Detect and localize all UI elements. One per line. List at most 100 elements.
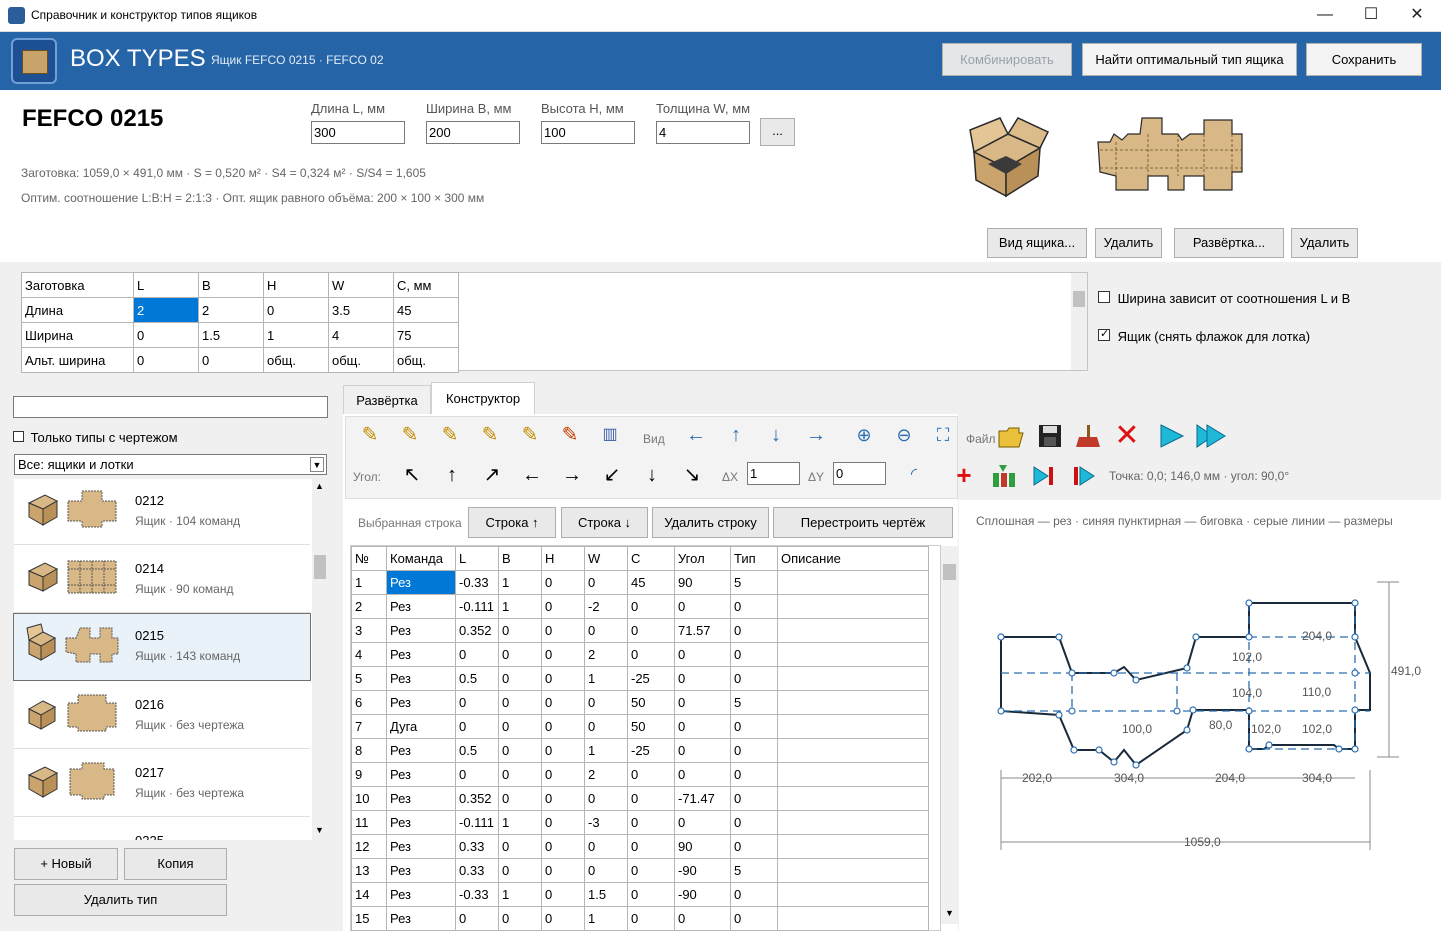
cmd-cell[interactable] [777, 786, 929, 811]
cmd-cell[interactable]: -90 [674, 882, 731, 907]
cmd-cell[interactable]: -0.111 [455, 594, 499, 619]
cmd-cell[interactable] [777, 738, 929, 763]
cmd-cell[interactable]: 0 [584, 618, 628, 643]
cmd-cell[interactable]: 0 [541, 906, 585, 931]
pencil-crease-icon[interactable]: ✎ [396, 423, 424, 451]
cmd-cell[interactable] [777, 666, 929, 691]
cmd-cell[interactable]: 0 [498, 762, 542, 787]
cmd-cell[interactable]: 0 [674, 690, 731, 715]
grid-cell[interactable]: 75 [393, 322, 459, 348]
is-box-option[interactable]: ✓ Ящик (снять флажок для лотка) [1098, 328, 1310, 344]
delete-unfold-button[interactable]: Удалить [1291, 228, 1358, 258]
grid-cell[interactable]: 0 [133, 347, 199, 373]
cmd-cell[interactable]: 0 [674, 666, 731, 691]
cmd-cell[interactable] [777, 690, 929, 715]
fast-forward-icon[interactable] [1195, 423, 1226, 451]
cmd-cell[interactable]: 0 [498, 690, 542, 715]
cmd-cell[interactable]: 0 [541, 762, 585, 787]
is-box-checkbox[interactable]: ✓ [1098, 328, 1110, 341]
cmd-cell[interactable] [777, 570, 929, 595]
tab-unfold[interactable]: Развёртка [343, 385, 431, 414]
cmd-cell[interactable]: 1 [584, 666, 628, 691]
cmd-cell[interactable]: 1 [498, 882, 542, 907]
cmd-row[interactable]: 9 Рез 0 0 0 2 0 0 0 [351, 762, 929, 787]
more-button[interactable]: ... [760, 118, 795, 146]
cmd-cell[interactable]: 0 [627, 618, 675, 643]
cmd-row[interactable]: 1 Рез -0.33 1 0 0 45 90 5 [351, 570, 929, 595]
width-depends-option[interactable]: Ширина зависит от соотношения L и B [1098, 291, 1350, 306]
cmd-cell[interactable]: 0 [541, 570, 585, 595]
columns-icon[interactable]: ▥ [596, 423, 624, 451]
list-item[interactable]: 0214 Ящик · 90 команд [14, 547, 310, 613]
arrow-down-right-icon[interactable]: ↘ [678, 463, 706, 491]
cmd-cell[interactable]: Рез [386, 762, 456, 787]
cmd-cell[interactable]: 0.33 [455, 858, 499, 883]
cmd-row[interactable]: 8 Рез 0.5 0 0 1 -25 0 0 [351, 738, 929, 763]
grid-cell[interactable]: 0 [263, 297, 329, 323]
arrow-up-right-icon[interactable]: ↗ [478, 463, 506, 491]
cmd-cell[interactable]: Рез [386, 810, 456, 835]
cmd-cell[interactable]: 0 [498, 786, 542, 811]
cmd-cell[interactable]: 0 [730, 738, 778, 763]
arrow-down-left-icon[interactable]: ↙ [598, 463, 626, 491]
cmd-cell[interactable]: 0 [584, 834, 628, 859]
delete-red-x-icon[interactable]: ✕ [1113, 421, 1141, 451]
cmd-row[interactable]: 3 Рез 0.352 0 0 0 0 71.57 0 [351, 618, 929, 643]
type-filter-select[interactable]: Все: ящики и лотки ▼ [14, 454, 327, 475]
cmd-cell[interactable]: 1 [498, 810, 542, 835]
add-row-icon[interactable]: + [950, 462, 978, 491]
grid-cell[interactable]: общ. [328, 347, 394, 373]
cmd-cell[interactable]: Рез [386, 834, 456, 859]
cmd-cell[interactable]: 0 [498, 834, 542, 859]
zoom-out-icon[interactable]: ⊖ [890, 423, 918, 451]
cmd-row[interactable]: 10 Рез 0.352 0 0 0 0 -71.47 0 [351, 786, 929, 811]
width-input[interactable]: 200 [426, 121, 520, 144]
grid-cell[interactable]: Альт. ширина [21, 347, 134, 373]
combine-button[interactable]: Комбинировать [942, 43, 1072, 76]
arrow-down-icon[interactable]: ↓ [638, 463, 666, 491]
fit-view-icon[interactable]: ⛶ [929, 423, 957, 451]
save-disk-icon[interactable] [1036, 423, 1064, 451]
cmd-cell[interactable] [777, 714, 929, 739]
grid-cell[interactable]: 1.5 [198, 322, 264, 348]
type-search-input[interactable] [13, 396, 328, 418]
cmd-cell[interactable]: 0 [627, 594, 675, 619]
cmd-cell[interactable]: Рез [386, 690, 456, 715]
cmd-cell[interactable]: 0 [498, 618, 542, 643]
cmd-cell[interactable]: 5 [730, 858, 778, 883]
cmd-cell[interactable]: -25 [627, 666, 675, 691]
cmd-cell[interactable]: 0 [584, 714, 628, 739]
cmd-cell[interactable]: 0.352 [455, 618, 499, 643]
cmd-cell[interactable]: 0 [541, 714, 585, 739]
cmd-cell[interactable] [777, 906, 929, 931]
arrow-up-left-icon[interactable]: ↖ [398, 463, 426, 491]
cmd-cell[interactable]: 0 [674, 810, 731, 835]
pan-up-icon[interactable]: ↑ [722, 423, 750, 451]
delete-view-button[interactable]: Удалить [1095, 228, 1162, 258]
cmd-cell[interactable]: 0 [455, 690, 499, 715]
cmd-cell[interactable]: 0 [584, 786, 628, 811]
cmd-cell[interactable]: 0 [498, 858, 542, 883]
grid-cell[interactable]: 3.5 [328, 297, 394, 323]
list-item[interactable]: 0216 Ящик · без чертежа [14, 683, 310, 749]
cmd-cell[interactable]: 2 [584, 762, 628, 787]
cmd-cell[interactable]: 1 [584, 738, 628, 763]
cmd-cell[interactable]: 0 [674, 594, 731, 619]
zoom-in-icon[interactable]: ⊕ [850, 423, 878, 451]
insert-icon[interactable] [989, 463, 1017, 491]
find-optimal-button[interactable]: Найти оптимальный тип ящика [1082, 43, 1297, 76]
cmd-grid-scrollbar[interactable]: ▼ [941, 546, 958, 924]
pencil-perf-icon[interactable]: ✎ [516, 423, 544, 451]
cmd-cell[interactable]: 0 [730, 762, 778, 787]
play-icon[interactable] [1157, 423, 1185, 451]
cmd-cell[interactable]: -0.33 [455, 882, 499, 907]
cmd-cell[interactable]: 0 [730, 618, 778, 643]
cmd-cell[interactable]: -2 [584, 594, 628, 619]
grid-cell[interactable]: Ширина [21, 322, 134, 348]
cmd-cell[interactable]: 0 [627, 906, 675, 931]
dy-input[interactable]: 0 [833, 462, 886, 485]
cmd-cell[interactable] [777, 882, 929, 907]
cmd-cell[interactable]: 0 [730, 642, 778, 667]
cmd-cell[interactable]: Дуга [386, 714, 456, 739]
grid-cell[interactable]: 45 [393, 297, 459, 323]
